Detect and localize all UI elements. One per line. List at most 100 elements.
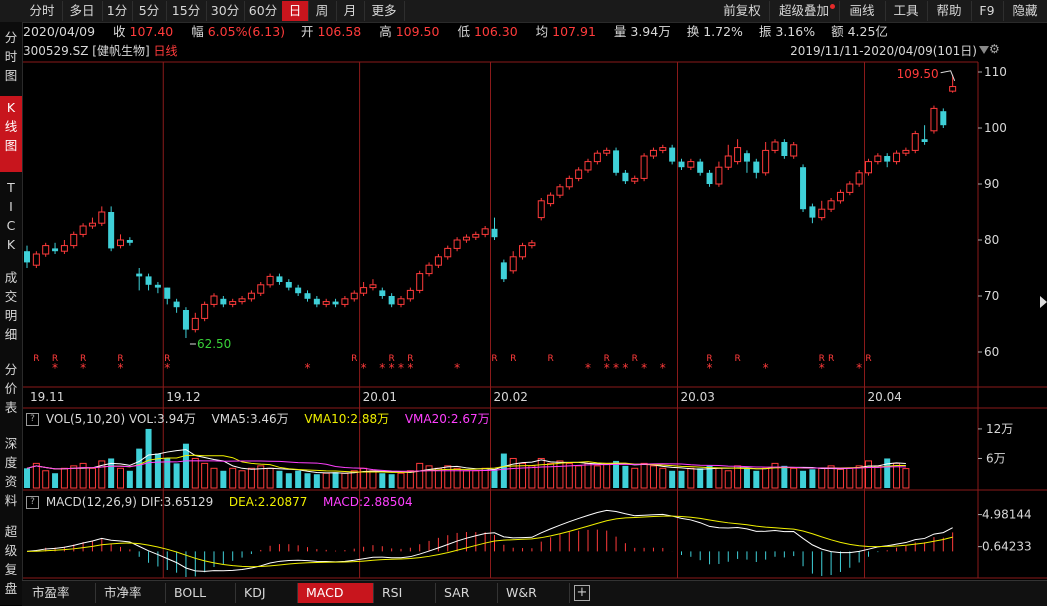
volume-bar (603, 462, 611, 489)
volume-bar (220, 470, 227, 488)
candle-body (350, 292, 358, 300)
candle-body (528, 242, 536, 247)
volume-bar (304, 473, 311, 488)
add-indicator-button[interactable]: + (574, 585, 590, 601)
star-marker: * (707, 361, 713, 375)
volume-bar (575, 465, 583, 489)
volume-bar (350, 470, 358, 489)
volume-bar (126, 470, 133, 488)
candle-body (379, 290, 386, 296)
volume-bar (902, 468, 910, 489)
kline-chart[interactable]: 19.11 19.12 20.01 20.02 20.03 20.04 110 100 90 80… (0, 0, 1047, 605)
candle-body (247, 292, 255, 300)
candle-body (136, 273, 143, 277)
candle-body (613, 150, 620, 173)
volume-bar (24, 468, 30, 488)
vol-tick-label: 6万 (986, 451, 1006, 465)
candle-body (509, 256, 517, 272)
volume-bar (519, 462, 527, 489)
candle-body (472, 233, 480, 238)
candle-body (715, 166, 723, 185)
help-icon[interactable]: ? (26, 496, 39, 509)
indicator-tab-7[interactable]: W&R (498, 583, 570, 603)
macd-label[interactable]: MACD(12,26,9) (46, 495, 137, 509)
candle-body (771, 141, 779, 151)
volume-bar (884, 458, 891, 488)
candle-body (201, 303, 209, 319)
star-marker: * (604, 361, 610, 375)
volume-bar (715, 467, 723, 489)
candle-body (697, 161, 704, 173)
indicator-tab-5[interactable]: RSI (374, 583, 436, 603)
r-marker: R (734, 354, 740, 364)
r-marker: R (510, 354, 516, 364)
x-tick-label: 20.01 (363, 390, 397, 404)
candle-body (164, 287, 171, 299)
volume-bar (285, 473, 292, 488)
volume-bar (762, 467, 770, 489)
vma10-value: VMA10:2.88万 (304, 412, 390, 426)
indicator-tab-4[interactable]: MACD (298, 583, 374, 603)
candle-body (724, 155, 732, 168)
candle-body (537, 200, 545, 219)
volume-bar (191, 457, 199, 489)
indicator-tab-2[interactable]: BOLL (166, 583, 236, 603)
star-marker: * (613, 361, 619, 375)
volume-bar (322, 472, 330, 489)
candle-body (940, 111, 947, 126)
volume-bar (790, 467, 798, 489)
star-marker: * (641, 361, 647, 375)
star-marker: * (856, 361, 862, 375)
volume-bar (173, 463, 180, 488)
volume-bar (800, 470, 807, 488)
volume-bar (669, 470, 676, 488)
candle-body (547, 194, 555, 205)
candle-body (500, 262, 507, 280)
volume-indicator-header: ? VOL(5,10,20) VOL:3.94万 VMA5:3.46万 VMA1… (26, 410, 490, 428)
dea-value: DEA:2.20877 (228, 495, 308, 509)
help-icon[interactable]: ? (26, 413, 39, 426)
candle-body (622, 172, 629, 182)
candle-body (781, 142, 788, 156)
volume-bar (724, 470, 732, 489)
star-marker: * (361, 361, 367, 375)
candle-body (295, 287, 302, 294)
vol-label[interactable]: VOL(5,10,20) (46, 412, 125, 426)
dea-line (26, 515, 953, 568)
indicator-tab-1[interactable]: 市净率 (96, 583, 166, 603)
candle-body (491, 228, 498, 238)
candle-body (369, 284, 377, 289)
volume-bar (247, 467, 255, 489)
star-marker: * (407, 361, 413, 375)
indicator-tab-3[interactable]: KDJ (236, 583, 298, 603)
candle-body (285, 282, 292, 288)
y-tick-label: 80 (984, 233, 999, 247)
dif-line (26, 509, 953, 572)
volume-bar (117, 467, 124, 489)
candle-body (884, 156, 891, 162)
volume-bar (631, 467, 639, 489)
candle-body (800, 167, 807, 210)
indicator-tabs: + 市盈率 市净率 BOLL KDJ MACD RSI SAR W&R (22, 580, 1047, 606)
volume-bar (818, 467, 826, 489)
candle-body (70, 233, 78, 247)
volume-bar (537, 457, 545, 489)
candle-body (257, 284, 265, 294)
indicator-tab-6[interactable]: SAR (436, 583, 498, 603)
indicator-tab-0[interactable]: 市盈率 (24, 583, 96, 603)
candle-body (462, 236, 470, 241)
volume-bar (32, 462, 40, 489)
volume-bar (379, 473, 386, 488)
volume-bar (416, 462, 424, 489)
candle-body (753, 161, 760, 173)
star-marker: * (379, 361, 385, 375)
candle-body (584, 161, 592, 171)
star-marker: * (118, 361, 124, 375)
candle-body (42, 245, 50, 255)
volume-bar (79, 462, 87, 489)
candle-body (706, 172, 713, 184)
expand-right-arrow-icon[interactable] (1040, 296, 1047, 308)
volume-bar (528, 465, 536, 489)
r-marker: R (351, 354, 357, 364)
volume-bar (659, 467, 667, 489)
